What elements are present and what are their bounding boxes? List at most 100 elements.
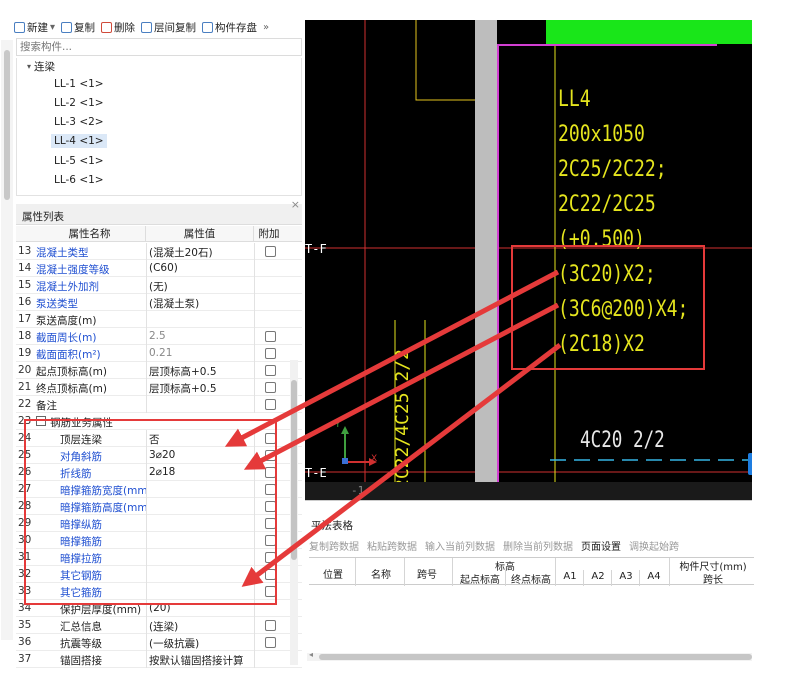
property-name: 泵送高度(m) (36, 315, 97, 327)
page-setup-button[interactable]: 页面设置 (581, 538, 621, 553)
new-file-icon (14, 21, 25, 33)
property-row[interactable]: 37 锚固搭接 按默认锚固搭接计算 (16, 651, 302, 668)
copy-button[interactable]: 复制 (61, 20, 95, 35)
highlight-box-rebar-props (24, 419, 277, 605)
property-value[interactable]: 按默认锚固搭接计算 (149, 653, 254, 668)
chevron-down-icon[interactable]: ▾ (27, 62, 31, 71)
property-value[interactable]: (一级抗震) (149, 636, 254, 651)
tree-item[interactable]: LL-1 <1> (51, 77, 107, 91)
property-row[interactable]: 14 混凝土强度等级 (C60) (16, 260, 302, 277)
search-input[interactable] (16, 38, 302, 56)
add-checkbox[interactable] (265, 331, 276, 342)
add-checkbox[interactable] (265, 365, 276, 376)
component-tree: ▾ 连梁 LL-1 <1> LL-2 <1> LL-3 <2> LL-4 <1>… (16, 58, 302, 196)
dropdown-icon[interactable]: ▾ (50, 22, 55, 33)
row-number: 37 (18, 653, 32, 665)
property-value[interactable]: 层顶标高+0.5 (149, 381, 254, 396)
property-name: 终点顶标高(m) (36, 383, 107, 395)
property-value[interactable]: (C60) (149, 262, 254, 274)
property-row[interactable]: 21 终点顶标高(m) 层顶标高+0.5 (16, 379, 302, 396)
row-number: 19 (18, 347, 32, 359)
property-value[interactable]: 层顶标高+0.5 (149, 364, 254, 379)
component-toolbar: 新建 ▾ 复制 删除 层间复制 构件存盘 » (14, 18, 304, 36)
delete-column-data-button[interactable]: 删除当前列数据 (503, 538, 573, 553)
scroll-left-icon[interactable]: ◂ (309, 650, 313, 659)
property-name: 混凝土类型 (36, 247, 89, 259)
save-component-button[interactable]: 构件存盘 (202, 20, 257, 35)
property-name: 锚固搭接 (60, 655, 102, 667)
property-row[interactable]: 13 混凝土类型 (混凝土20石) (16, 243, 302, 260)
more-icon[interactable]: » (263, 22, 269, 33)
property-row[interactable]: 17 泵送高度(m) (16, 311, 302, 328)
row-number: 21 (18, 381, 32, 393)
close-icon[interactable]: × (291, 198, 300, 211)
property-row[interactable]: 20 起点顶标高(m) 层顶标高+0.5 (16, 362, 302, 379)
row-number: 18 (18, 330, 32, 342)
tree-item-selected[interactable]: LL-4 <1> (51, 134, 107, 148)
pingfa-title: 平法表格 (311, 520, 353, 532)
property-panel-title: 属性列表 (16, 204, 302, 225)
add-checkbox[interactable] (265, 399, 276, 410)
copy-span-data-button[interactable]: 复制跨数据 (309, 538, 359, 553)
row-number: 35 (18, 619, 32, 631)
wall-column (475, 20, 497, 500)
property-scrollbar[interactable] (290, 360, 298, 665)
row-number: 16 (18, 296, 32, 308)
property-row[interactable]: 22 备注 (16, 396, 302, 413)
property-name: 混凝土强度等级 (36, 264, 110, 276)
add-checkbox[interactable] (265, 637, 276, 648)
delete-button[interactable]: 删除 (101, 20, 135, 35)
axis-x-label: X (371, 454, 378, 464)
property-name: 泵送类型 (36, 298, 78, 310)
axis-y-label: Y (335, 420, 341, 430)
axis-label-tf: T-F (305, 242, 327, 256)
col-name-header: 属性名称 (34, 226, 146, 241)
property-value[interactable]: (混凝土泵) (149, 296, 254, 311)
cad-viewport[interactable]: LL4 200x1050 2C25/2C22; 2C22/2C25 (+0.500) (3… (305, 20, 752, 500)
property-value[interactable]: 2.5 (149, 330, 254, 342)
col-span-length: 跨长 (703, 575, 723, 586)
property-row[interactable]: 19 截面面积(m²) 0.21 (16, 345, 302, 362)
add-checkbox[interactable] (265, 620, 276, 631)
property-row[interactable]: 35 汇总信息 (连梁) (16, 617, 302, 634)
property-value[interactable]: (无) (149, 279, 254, 294)
scroll-thumb[interactable] (4, 50, 10, 200)
col-add-header: 附加 (258, 228, 280, 240)
col-value-header: 属性值 (146, 226, 254, 241)
app-window: 新建▾ 复制 删除 层间复制 构件存盘 » ▾ (0, 0, 800, 680)
cad-bottom-strip (305, 482, 752, 500)
property-row[interactable]: 18 截面周长(m) 2.5 (16, 328, 302, 345)
floor-copy-button[interactable]: 层间复制 (141, 20, 196, 35)
beam-annotation-vertical[interactable]: 2C22/4C25 2/2 (392, 349, 413, 490)
left-scrollbar[interactable] (1, 40, 13, 640)
tree-root-lianliang[interactable]: ▾ 连梁 (27, 59, 55, 74)
col-position: 位置 (323, 570, 343, 581)
scroll-thumb[interactable] (319, 654, 752, 660)
property-row[interactable]: 15 混凝土外加剂 (无) (16, 277, 302, 294)
property-row[interactable]: 36 抗震等级 (一级抗震) (16, 634, 302, 651)
tree-item[interactable]: LL-2 <1> (51, 96, 107, 110)
add-checkbox[interactable] (265, 246, 276, 257)
scroll-thumb[interactable] (291, 380, 297, 560)
tree-item[interactable]: LL-6 <1> (51, 173, 107, 187)
property-value[interactable]: (连梁) (149, 619, 254, 634)
cad-marker: -1 (351, 484, 365, 497)
paste-span-data-button[interactable]: 粘贴跨数据 (367, 538, 417, 553)
input-column-data-button[interactable]: 输入当前列数据 (425, 538, 495, 553)
add-checkbox[interactable] (265, 382, 276, 393)
green-element (546, 20, 752, 44)
row-number: 17 (18, 313, 32, 325)
swap-start-span-button[interactable]: 调换起始跨 (629, 538, 679, 553)
new-button[interactable]: 新建 ▾ (14, 20, 55, 35)
pingfa-hscrollbar[interactable]: ◂ (307, 650, 752, 661)
side-tab-handle[interactable] (748, 453, 752, 475)
add-checkbox[interactable] (265, 348, 276, 359)
property-row[interactable]: 16 泵送类型 (混凝土泵) (16, 294, 302, 311)
col-a4: A4 (647, 571, 661, 582)
property-value[interactable]: (混凝土20石) (149, 245, 254, 260)
beam-annotation-bottom[interactable]: 4C20 2/2 (580, 428, 665, 453)
property-value[interactable]: 0.21 (149, 347, 254, 359)
tree-item[interactable]: LL-3 <2> (51, 115, 107, 129)
property-name: 截面面积(m²) (36, 349, 101, 361)
tree-item[interactable]: LL-5 <1> (51, 154, 107, 168)
